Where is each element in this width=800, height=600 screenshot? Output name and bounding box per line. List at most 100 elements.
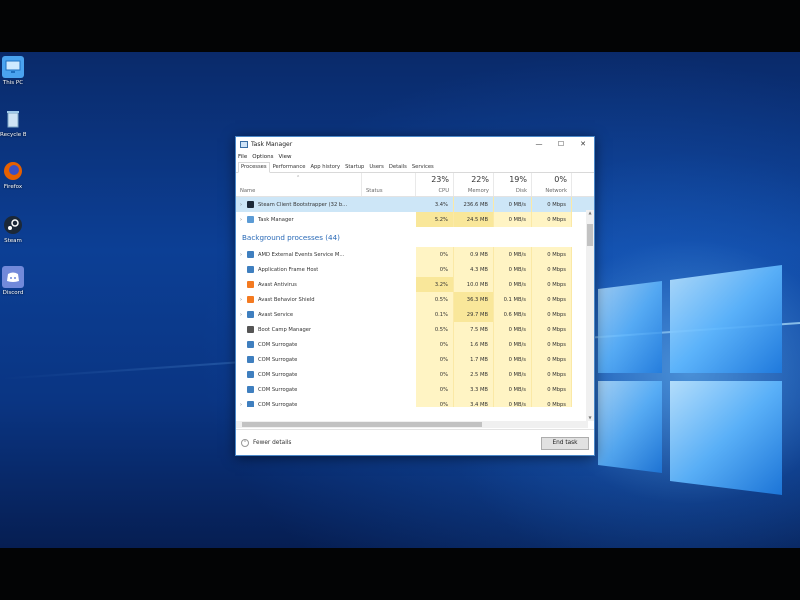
column-name[interactable]: ⌃ Name (236, 173, 362, 196)
chevron-up-icon[interactable]: ⌃ (241, 439, 249, 447)
column-cpu[interactable]: 23% CPU (416, 173, 454, 196)
scroll-thumb[interactable] (587, 224, 593, 246)
process-memory-cell: 4.3 MB (454, 262, 494, 277)
fewer-details-link[interactable]: Fewer details (253, 440, 541, 446)
process-cpu-cell: 0.5% (416, 322, 454, 337)
expand-chevron-icon[interactable]: › (240, 252, 247, 258)
task-manager-window[interactable]: Task Manager — ☐ ✕ File Options View Pro… (235, 136, 595, 456)
column-status[interactable]: Status (362, 173, 416, 196)
group-header-label: Background processes (44) (242, 232, 340, 242)
tab-app-history[interactable]: App history (308, 163, 342, 172)
expand-chevron-icon[interactable]: › (240, 202, 247, 208)
process-cpu-cell: 0% (416, 367, 454, 382)
menu-bar: File Options View (236, 151, 594, 162)
process-cpu-cell: 3.4% (416, 197, 454, 212)
process-network-cell: 0 Mbps (532, 307, 572, 322)
process-row[interactable]: Avast Antivirus 3.2% 10.0 MB 0 MB/s 0 Mbps (236, 277, 594, 292)
tab-processes[interactable]: Processes (238, 162, 270, 173)
column-network-label: Network (545, 188, 567, 194)
process-row[interactable]: COM Surrogate 0% 3.3 MB 0 MB/s 0 Mbps (236, 382, 594, 397)
process-name-cell: Application Frame Host (236, 262, 362, 277)
process-name-cell: › COM Surrogate (236, 397, 362, 407)
process-memory-cell: 236.6 MB (454, 197, 494, 212)
process-disk-cell: 0.6 MB/s (494, 307, 532, 322)
process-network-cell: 0 Mbps (532, 277, 572, 292)
process-row[interactable]: COM Surrogate 0% 1.7 MB 0 MB/s 0 Mbps (236, 352, 594, 367)
process-name-cell: Boot Camp Manager (236, 322, 362, 337)
process-cpu-cell: 0% (416, 397, 454, 407)
expand-chevron-icon[interactable]: › (240, 297, 247, 303)
process-name: Avast Behavior Shield (258, 296, 315, 303)
column-status-label: Status (366, 188, 383, 194)
minimize-button[interactable]: — (528, 137, 550, 151)
desktop-icon-label: Firefox (3, 184, 23, 190)
process-memory-cell: 3.4 MB (454, 397, 494, 407)
process-name: Steam Client Bootstrapper (32 b... (258, 201, 348, 208)
process-row[interactable]: Application Frame Host 0% 4.3 MB 0 MB/s 0 Mb… (236, 262, 594, 277)
scroll-up-icon[interactable]: ▲ (586, 210, 594, 216)
column-network[interactable]: 0% Network (532, 173, 572, 196)
process-disk-cell: 0 MB/s (494, 212, 532, 227)
desktop-icon-steam[interactable]: Steam (0, 214, 26, 244)
expand-chevron-icon[interactable]: › (240, 217, 247, 223)
process-memory-cell: 3.3 MB (454, 382, 494, 397)
process-cpu-cell: 0% (416, 262, 454, 277)
process-network-cell: 0 Mbps (532, 262, 572, 277)
process-memory-cell: 29.7 MB (454, 307, 494, 322)
process-memory-cell: 0.9 MB (454, 247, 494, 262)
process-name: COM Surrogate (258, 341, 298, 348)
scroll-thumb-horizontal[interactable] (242, 422, 482, 427)
column-memory[interactable]: 22% Memory (454, 173, 494, 196)
process-row[interactable]: › Steam Client Bootstrapper (32 b... 3.4% 2… (236, 197, 594, 212)
steam-icon (247, 201, 254, 208)
tab-details[interactable]: Details (387, 163, 409, 172)
table-header: ⌃ Name Status 23% CPU 22% Memory 19% Dis… (236, 173, 594, 197)
process-row[interactable]: › Avast Service 0.1% 29.7 MB 0.6 MB/s 0 Mbps (236, 307, 594, 322)
process-row[interactable]: COM Surrogate 0% 2.5 MB 0 MB/s 0 Mbps (236, 367, 594, 382)
process-cpu-cell: 0% (416, 337, 454, 352)
process-name-cell: › AMD External Events Service M... (236, 247, 362, 262)
desktop-icon-recycle-bin[interactable]: Recycle Bin (0, 108, 26, 138)
horizontal-scrollbar[interactable] (236, 421, 588, 428)
desktop-icon-discord[interactable]: Discord (0, 266, 26, 296)
process-disk-cell: 0 MB/s (494, 337, 532, 352)
process-row[interactable]: › Avast Behavior Shield 0.5% 36.3 MB 0.1 MB/… (236, 292, 594, 307)
process-cpu-cell: 0.1% (416, 307, 454, 322)
menu-file[interactable]: File (238, 154, 247, 160)
network-total: 0% (554, 175, 567, 184)
process-status-cell (362, 322, 416, 337)
process-cpu-cell: 0% (416, 247, 454, 262)
menu-options[interactable]: Options (252, 154, 273, 160)
process-row[interactable]: › Task Manager 5.2% 24.5 MB 0 MB/s 0 Mbps (236, 212, 594, 227)
tab-users[interactable]: Users (367, 163, 386, 172)
process-row[interactable]: › AMD External Events Service M... 0% 0.9 M… (236, 247, 594, 262)
process-row[interactable]: Boot Camp Manager 0.5% 7.5 MB 0 MB/s 0 Mbps (236, 322, 594, 337)
close-button[interactable]: ✕ (572, 137, 594, 151)
tab-startup[interactable]: Startup (343, 163, 366, 172)
tab-performance[interactable]: Performance (271, 163, 308, 172)
expand-chevron-icon[interactable]: › (240, 312, 247, 318)
end-task-button[interactable]: End task (541, 436, 589, 450)
process-status-cell (362, 197, 416, 212)
vertical-scrollbar[interactable]: ▲ ▼ (586, 210, 594, 421)
menu-view[interactable]: View (278, 154, 291, 160)
maximize-button[interactable]: ☐ (550, 137, 572, 151)
process-name: Task Manager (258, 216, 294, 223)
process-disk-cell: 0 MB/s (494, 397, 532, 407)
service-icon (247, 251, 254, 258)
tab-services[interactable]: Services (410, 163, 436, 172)
process-cpu-cell: 0.5% (416, 292, 454, 307)
process-disk-cell: 0 MB/s (494, 197, 532, 212)
expand-chevron-icon[interactable]: › (240, 402, 247, 408)
process-status-cell (362, 367, 416, 382)
desktop-icon-firefox[interactable]: Firefox (0, 160, 26, 190)
desktop-icon-this-pc[interactable]: This PC (0, 56, 26, 86)
column-cpu-label: CPU (438, 188, 449, 194)
column-disk[interactable]: 19% Disk (494, 173, 532, 196)
title-bar[interactable]: Task Manager — ☐ ✕ (236, 137, 594, 151)
process-row[interactable]: › COM Surrogate 0% 3.4 MB 0 MB/s 0 Mbps (236, 397, 594, 407)
column-memory-label: Memory (467, 188, 489, 194)
process-status-cell (362, 397, 416, 407)
process-row[interactable]: COM Surrogate 0% 1.6 MB 0 MB/s 0 Mbps (236, 337, 594, 352)
process-name-cell: COM Surrogate (236, 352, 362, 367)
